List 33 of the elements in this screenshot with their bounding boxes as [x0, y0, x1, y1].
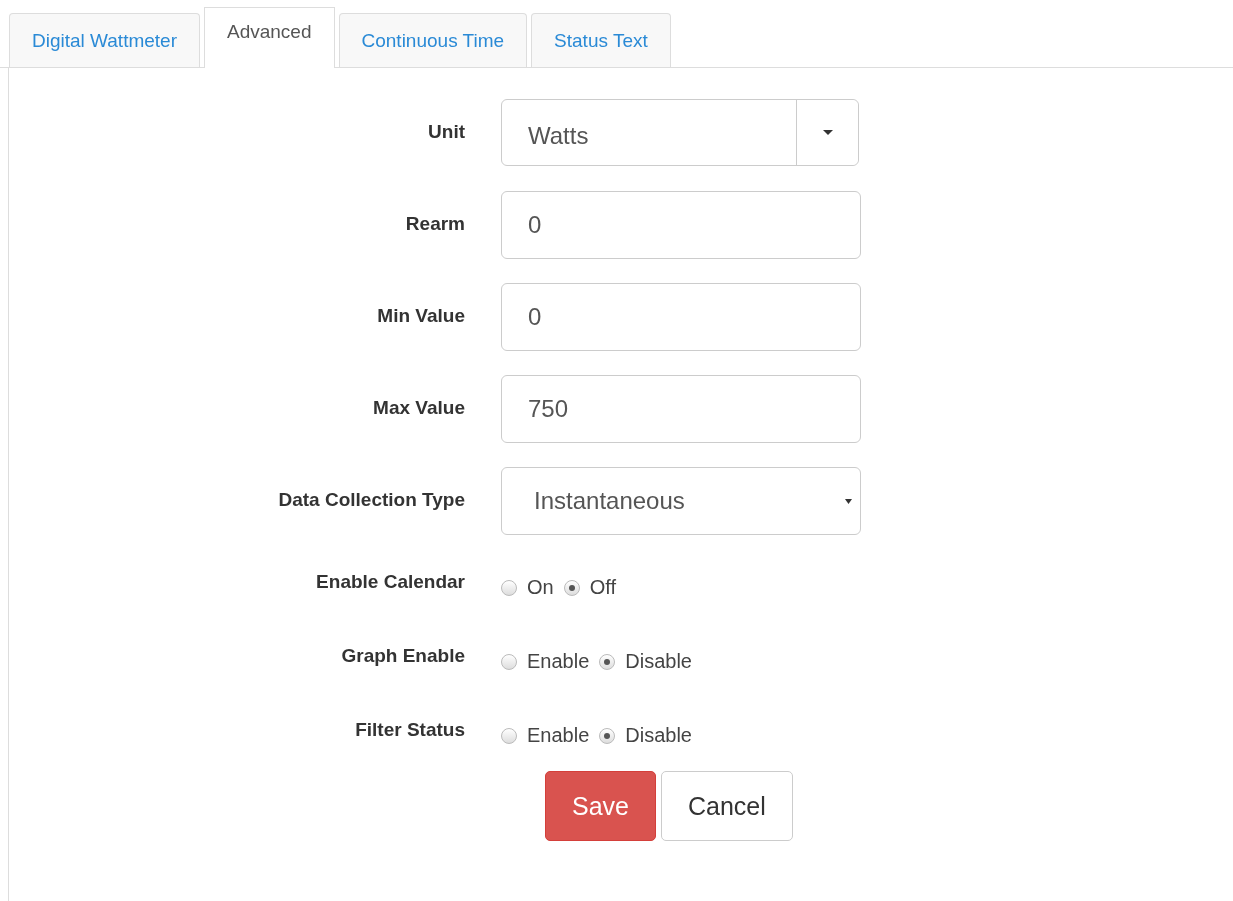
field-label: Filter Status	[354, 718, 466, 741]
field-label: Graph Enable	[340, 644, 466, 667]
field-label: Enable Calendar	[315, 570, 466, 593]
dropdown-toggle[interactable]	[796, 100, 858, 165]
radio-label: Disable	[625, 724, 692, 747]
caret-icon	[822, 129, 833, 136]
field-label: Unit	[427, 120, 466, 143]
radio-button[interactable]	[599, 727, 616, 744]
field-label: Max Value	[372, 396, 466, 419]
radio-button[interactable]	[599, 653, 616, 670]
input-field[interactable]: 0	[501, 191, 861, 259]
cancel-button[interactable]: Cancel	[661, 771, 793, 841]
radio-button[interactable]	[501, 727, 517, 744]
radio-button[interactable]	[501, 653, 517, 670]
field-label: Rearm	[404, 212, 466, 235]
input-field[interactable]: 0	[501, 283, 861, 351]
radio-label: Enable	[527, 724, 590, 747]
caret-icon	[845, 498, 852, 504]
radio-button[interactable]	[563, 579, 580, 596]
field-label: Data Collection Type	[277, 488, 466, 511]
radio-label: Enable	[527, 650, 590, 673]
select-field[interactable]: Instantaneous	[501, 467, 861, 535]
radio-label: Disable	[625, 650, 692, 673]
tab[interactable]: Digital Wattmeter	[9, 13, 200, 67]
radio-button[interactable]	[501, 579, 517, 596]
radio-label: On	[527, 576, 554, 599]
field-label: Min Value	[376, 304, 466, 327]
tab[interactable]: Status Text	[531, 13, 671, 67]
save-button[interactable]: Save	[545, 771, 656, 841]
tab[interactable]: Advanced	[204, 7, 335, 68]
radio-label: Off	[589, 576, 616, 599]
input-field[interactable]: 750	[501, 375, 861, 443]
tab[interactable]: Continuous Time	[338, 13, 528, 67]
